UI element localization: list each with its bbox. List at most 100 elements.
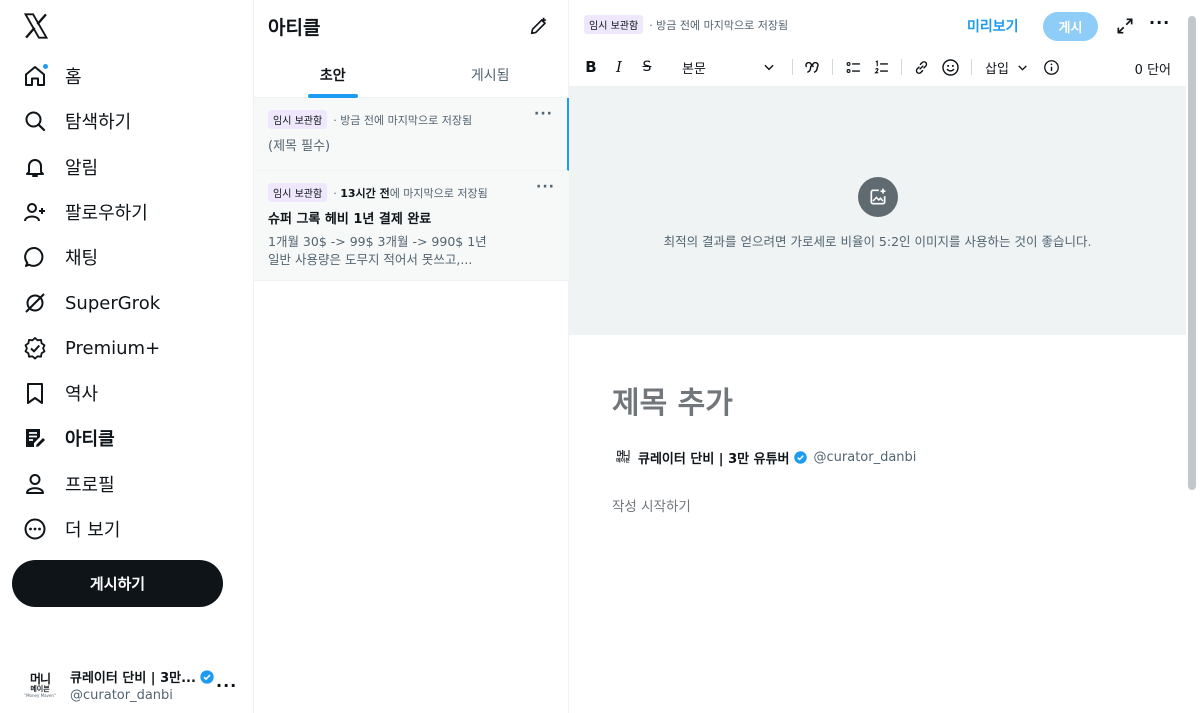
nav-item-label: SuperGrok xyxy=(65,292,161,314)
toolbar-divider xyxy=(901,59,902,75)
chevron-down-icon xyxy=(764,64,774,71)
post-button[interactable]: 게시하기 xyxy=(12,560,223,607)
more-dots-icon[interactable]: ··· xyxy=(216,676,237,695)
italic-button[interactable]: I xyxy=(611,55,627,79)
grok-icon xyxy=(22,290,48,316)
quote-icon xyxy=(805,61,819,74)
toolbar-divider xyxy=(971,59,972,75)
author-avatar: 머니 메이븐 xyxy=(612,446,634,468)
insert-menu[interactable]: 삽입 xyxy=(985,55,1029,79)
draft-more-icon[interactable]: ··· xyxy=(536,179,555,195)
add-cover-button[interactable] xyxy=(858,177,898,217)
article-body-input[interactable]: 작성 시작하기 xyxy=(612,495,691,515)
draft-badge: 임시 보관함 xyxy=(268,110,328,129)
nav-item-chat[interactable]: 채팅 xyxy=(22,237,98,277)
link-icon xyxy=(915,60,927,74)
draft-item[interactable]: 임시 보관함 · 방금 전에 마지막으로 저장됨 ··· (제목 필수) xyxy=(254,98,569,171)
new-article-icon[interactable] xyxy=(528,15,550,37)
left-navigation: 홈 탐색하기 알림 팔로우하기 채팅 SuperGrok Premium+ 역사… xyxy=(0,0,254,713)
nav-item-label: 아티클 xyxy=(65,429,115,450)
nav-item-label: 프로필 xyxy=(65,475,115,496)
editor-more-icon[interactable]: ··· xyxy=(1149,13,1170,32)
cover-image-dropzone[interactable]: 최적의 결과를 얻으려면 가로세로 비율이 5:2인 이미지를 사용하는 것이 … xyxy=(569,86,1186,335)
emoji-icon xyxy=(941,58,959,76)
numbered-list-icon xyxy=(873,59,888,73)
nav-item-label: 알림 xyxy=(65,158,99,179)
publish-button[interactable]: 게시 xyxy=(1043,12,1098,41)
nav-item-explore[interactable]: 탐색하기 xyxy=(22,101,131,141)
draft-item[interactable]: 임시 보관함 · 13시간 전에 마지막으로 저장됨 ··· 슈퍼 그록 헤비 … xyxy=(254,171,569,281)
draft-save-status: · 13시간 전에 마지막으로 저장됨 xyxy=(333,186,488,200)
nav-item-notifications[interactable]: 알림 xyxy=(22,147,98,187)
nav-item-label: 홈 xyxy=(65,67,82,88)
article-title-input[interactable]: 제목 추가 xyxy=(612,378,733,422)
home-icon xyxy=(22,63,49,89)
page-scrollbar[interactable] xyxy=(1188,16,1196,490)
word-count: 0 단어 xyxy=(1134,63,1171,78)
bell-icon xyxy=(22,154,48,180)
draft-title: 슈퍼 그록 헤비 1년 결제 완료 xyxy=(268,212,432,227)
editor-save-status: · 방금 전에 마지막으로 저장됨 xyxy=(649,18,789,32)
draft-meta: 임시 보관함 · 13시간 전에 마지막으로 저장됨 xyxy=(268,183,488,202)
format-toolbar: B I S 본문 삽입 0 단어 xyxy=(569,51,1186,83)
numbered-list-button[interactable] xyxy=(872,55,890,79)
text-style-select[interactable]: 본문 xyxy=(682,55,776,79)
account-info: 큐레이터 단비 | 3만... @curator_danbi xyxy=(70,667,214,703)
nav-item-home[interactable]: 홈 xyxy=(22,56,82,96)
preview-button[interactable]: 미리보기 xyxy=(967,16,1019,36)
add-image-icon xyxy=(870,188,886,205)
author-name: 큐레이터 단비 | 3만 유튜버 xyxy=(638,451,790,467)
info-button[interactable] xyxy=(1042,55,1060,79)
account-switcher[interactable]: 머니 메이븐 "Money Maven" 큐레이터 단비 | 3만... @cu… xyxy=(20,662,244,708)
article-editor: 임시 보관함 · 방금 전에 마지막으로 저장됨 미리보기 게시 ··· B I… xyxy=(569,0,1186,713)
nav-item-more[interactable]: 더 보기 xyxy=(22,509,120,549)
account-name-row: 큐레이터 단비 | 3만... xyxy=(70,667,214,686)
nav-item-articles[interactable]: 아티클 xyxy=(22,418,115,458)
nav-item-profile[interactable]: 프로필 xyxy=(22,464,115,504)
tab-published[interactable]: 게시됨 xyxy=(412,52,570,97)
account-handle: @curator_danbi xyxy=(70,688,173,703)
nav-item-label: 더 보기 xyxy=(65,520,121,541)
editor-draft-badge: 임시 보관함 xyxy=(584,15,644,34)
author-byline[interactable]: 머니 메이븐 큐레이터 단비 | 3만 유튜버 @curator_danbi xyxy=(612,446,916,468)
nav-item-supergrok[interactable]: SuperGrok xyxy=(22,283,160,323)
emoji-button[interactable] xyxy=(940,55,960,79)
draft-preview-line: 1개월 30$ -> 99$ 3개월 -> 990$ 1년 xyxy=(268,234,487,249)
author-avatar-text-2: 메이븐 xyxy=(616,457,630,464)
cover-hint: 최적의 결과를 얻으려면 가로세로 비율이 5:2인 이미지를 사용하는 것이 … xyxy=(663,234,1092,249)
notification-dot xyxy=(42,63,49,70)
expand-icon[interactable] xyxy=(1115,16,1135,36)
chat-icon xyxy=(22,244,48,270)
profile-icon xyxy=(22,471,48,497)
nav-item-premium[interactable]: Premium+ xyxy=(22,328,160,368)
nav-item-history[interactable]: 역사 xyxy=(22,373,98,413)
more-circle-icon xyxy=(22,516,48,542)
verified-badge-icon xyxy=(793,450,807,464)
draft-meta: 임시 보관함 · 방금 전에 마지막으로 저장됨 xyxy=(268,110,472,129)
text-style-value: 본문 xyxy=(682,61,706,77)
follow-icon xyxy=(22,199,48,225)
toolbar-divider xyxy=(832,59,833,75)
bold-button[interactable]: B xyxy=(583,55,599,79)
article-tabs: 초안 게시됨 xyxy=(254,52,569,98)
info-icon xyxy=(1043,59,1059,75)
link-button[interactable] xyxy=(912,55,930,79)
bookmark-icon xyxy=(22,380,48,406)
bullet-list-icon xyxy=(846,61,860,73)
verified-badge-icon xyxy=(200,669,214,684)
tab-drafts[interactable]: 초안 xyxy=(254,52,412,97)
quote-button[interactable] xyxy=(803,55,821,79)
avatar-text-3: "Money Maven" xyxy=(24,692,56,698)
x-logo-icon[interactable] xyxy=(22,12,50,40)
nav-item-label: 역사 xyxy=(65,384,99,405)
draft-more-icon[interactable]: ··· xyxy=(534,106,553,122)
avatar-text-1: 머니 xyxy=(29,671,51,686)
avatar: 머니 메이븐 "Money Maven" xyxy=(20,665,60,705)
strikethrough-button[interactable]: S xyxy=(639,55,655,79)
nav-item-follow[interactable]: 팔로우하기 xyxy=(22,192,148,232)
editor-status: 임시 보관함 · 방금 전에 마지막으로 저장됨 xyxy=(584,15,788,34)
bullet-list-button[interactable] xyxy=(844,55,862,79)
draft-badge: 임시 보관함 xyxy=(268,183,328,202)
draft-save-status: · 방금 전에 마지막으로 저장됨 xyxy=(333,113,473,127)
nav-item-label: Premium+ xyxy=(65,337,161,359)
